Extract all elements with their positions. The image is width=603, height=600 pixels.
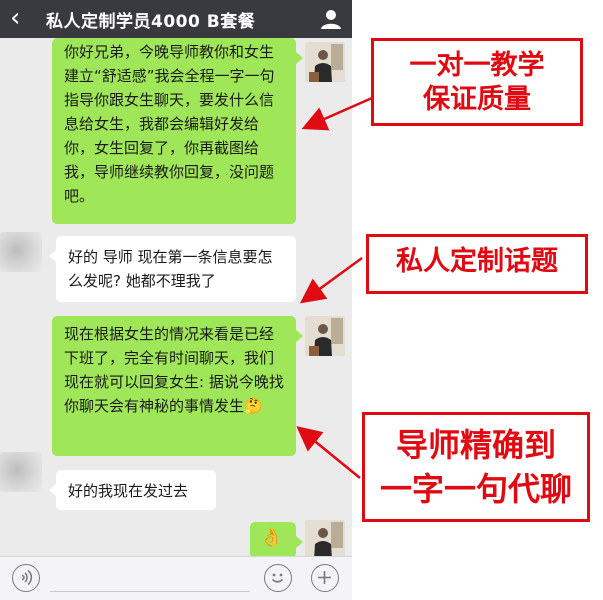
thinking-emoji-icon: 🤔 [244, 397, 263, 415]
avatar-photo [305, 316, 345, 356]
ok-hand-emoji-icon: 👌 [260, 527, 283, 548]
message-bubble-received[interactable]: 好的 导师 现在第一条信息要怎么发呢? 她都不理我了 [49, 236, 296, 302]
smiley-icon[interactable] [264, 564, 292, 592]
message-bubble-received[interactable]: 好的我现在发过去 [49, 470, 216, 510]
annotation-box: 一对一教学 保证质量 [371, 38, 583, 126]
annotation-text: 私人定制话题 [396, 246, 558, 277]
self-avatar[interactable] [305, 316, 345, 356]
annotation-box: 私人定制话题 [366, 234, 588, 294]
annotation-text: 一对一教学 保证质量 [409, 50, 545, 115]
message-text: 好的 导师 现在第一条信息要怎么发呢? 她都不理我了 [68, 248, 273, 290]
self-avatar[interactable] [305, 520, 345, 560]
annotation-box: 导师精确到 一字一句代聊 [362, 412, 590, 522]
message-bubble-sent[interactable]: 👌 [250, 522, 303, 558]
avatar-photo [305, 520, 345, 560]
chat-window: ‹ 私人定制学员4000 B套餐 你好兄弟，今晚导师教你和女生建立“舒适感”我会… [0, 0, 352, 600]
input-toolbar [0, 556, 352, 600]
chat-header: ‹ 私人定制学员4000 B套餐 [0, 0, 352, 38]
contact-avatar[interactable] [0, 452, 42, 492]
message-bubble-sent[interactable]: 现在根据女生的情况来看是已经下班了，完全有时间聊天，我们现在就可以回复女生: 据… [52, 316, 303, 456]
message-bubble-sent[interactable]: 你好兄弟，今晚导师教你和女生建立“舒适感”我会全程一字一句指导你跟女生聊天，要发… [52, 38, 303, 224]
chat-title: 私人定制学员4000 B套餐 [46, 12, 256, 32]
person-icon[interactable] [320, 8, 342, 30]
contact-avatar[interactable] [0, 232, 42, 272]
chevron-left-icon[interactable]: ‹ [10, 4, 20, 32]
message-text: 好的我现在发过去 [68, 482, 189, 500]
avatar-photo [305, 42, 345, 82]
self-avatar[interactable] [305, 42, 345, 82]
message-input[interactable] [50, 591, 250, 592]
annotation-text: 导师精确到 一字一句代聊 [379, 426, 572, 508]
message-text: 你好兄弟，今晚导师教你和女生建立“舒适感”我会全程一字一句指导你跟女生聊天，要发… [64, 43, 275, 205]
voice-icon[interactable] [12, 564, 40, 592]
plus-icon[interactable] [311, 564, 339, 592]
